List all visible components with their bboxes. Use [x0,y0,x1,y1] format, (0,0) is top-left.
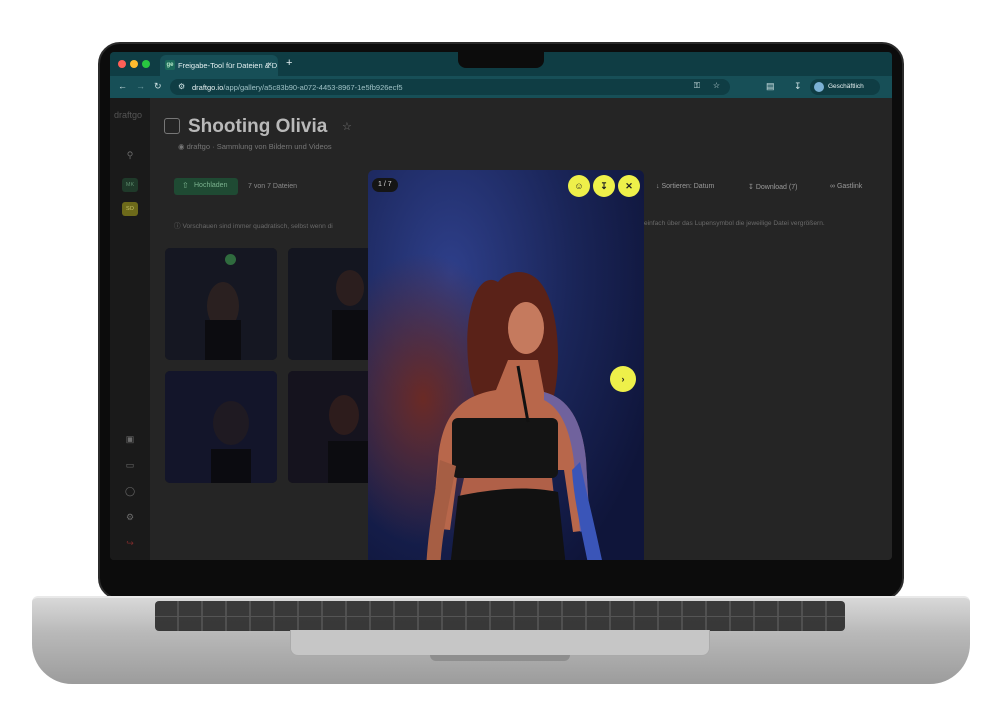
tab-close-icon[interactable]: × [267,60,272,69]
browser-nav-bar: ← → ↻ ⚙ draftgo.io/app/gallery/a5c83b90-… [110,76,892,98]
back-icon[interactable]: ← [118,81,127,91]
close-icon[interactable]: ✕ [618,175,640,197]
camera-notch [458,52,544,68]
sidebar-logo[interactable]: draftgo [114,110,142,120]
key-icon[interactable]: ⚿ [694,81,700,91]
window-close-dot[interactable] [118,60,126,68]
guest-link-label: Gastlink [836,183,863,190]
keyboard-row-divider [155,616,845,617]
download-icon[interactable]: ↧ [593,175,615,197]
window-zoom-dot[interactable] [142,60,150,68]
download-all-button[interactable]: ↧ Download (7) [748,183,797,191]
breadcrumb: ◉ draftgo · Sammlung von Bildern und Vid… [178,142,332,151]
profile-chip[interactable]: Geschäftlich [810,79,880,95]
sort-label: Sortieren: Datum [661,183,715,190]
gallery-icon [164,118,180,134]
url-path: /app/gallery/a5c83b90-a072-4453-8967-1e5… [223,83,403,92]
upload-icon: ⇧ [182,181,189,190]
thumbnail-photo [165,248,277,360]
link-icon: ∞ [830,183,837,190]
profile-avatar [814,82,824,92]
reload-icon[interactable]: ↻ [154,81,162,92]
shield-icon[interactable]: ◯ [124,486,136,498]
workspace-badge-mk[interactable]: MK [122,178,138,192]
sidebar: draftgo ⚲ MK SO ▣ ▭ ◯ ⚙ ↪ [110,98,150,560]
upload-button[interactable]: ⇧ Hochladen [174,178,238,195]
favorite-star-icon[interactable]: ☆ [342,120,352,133]
page-title: Shooting Olivia [188,116,328,137]
approved-badge-icon [225,254,236,265]
download-icon: ↧ [748,184,756,191]
forward-icon[interactable]: → [136,81,145,91]
logout-icon[interactable]: ↪ [124,538,136,550]
file-count: 7 von 7 Dateien [248,183,298,190]
trackpad [290,630,710,656]
profile-label: Geschäftlich [828,83,864,90]
bookmark-star-icon[interactable]: ☆ [713,81,720,90]
laptop-screen: ge Freigabe-Tool für Dateien & D × + ← →… [110,52,892,560]
new-tab-icon[interactable]: + [286,57,292,69]
search-icon[interactable]: ⚲ [124,150,136,162]
lightbox-photo [368,170,644,560]
tab-title: Freigabe-Tool für Dateien & D [178,61,278,70]
app-content: draftgo ⚲ MK SO ▣ ▭ ◯ ⚙ ↪ Shooting Olivi… [110,98,892,560]
extensions-icon[interactable]: ▤ [766,81,775,92]
download-label: Download (7) [755,184,798,191]
sort-button[interactable]: ↓ Sortieren: Datum [656,183,714,190]
window-minimize-dot[interactable] [130,60,138,68]
gear-icon[interactable]: ⚙ [124,512,136,524]
address-bar[interactable]: ⚙ draftgo.io/app/gallery/a5c83b90-a072-4… [170,79,730,95]
tab-favicon: ge [165,60,175,70]
browser-tab[interactable]: ge Freigabe-Tool für Dateien & D × [160,55,278,76]
info-text-right: einfach über das Lupensymbol die jeweili… [644,220,825,227]
site-settings-icon[interactable]: ⚙ [178,82,185,91]
gallery-thumbnail[interactable] [165,248,277,360]
image-counter: 1 / 7 [372,178,398,192]
laptop-front-notch [430,655,570,661]
approve-icon[interactable]: ☺ [568,175,590,197]
info-text-left: Vorschauen sind immer quadratisch, selbs… [182,223,333,230]
thumbnail-photo [165,371,277,483]
guest-link-button[interactable]: ∞ Gastlink [830,183,862,190]
upload-label: Hochladen [194,182,228,189]
downloads-icon[interactable]: ↧ [794,81,802,92]
breadcrumb-lock-icon: ◉ [178,142,187,151]
gallery-thumbnail[interactable] [165,371,277,483]
lightbox-viewer: 1 / 7 ☺ ↧ ✕ › [368,170,644,560]
archive-icon[interactable]: ▣ [124,434,136,446]
chevron-right-icon[interactable]: › [610,366,636,392]
url-host: draftgo.io [192,83,224,92]
breadcrumb-collection[interactable]: Sammlung von Bildern und Videos [217,142,332,151]
trash-icon[interactable]: ▭ [124,460,136,472]
workspace-badge-so[interactable]: SO [122,202,138,216]
breadcrumb-owner[interactable]: draftgo [187,142,210,151]
